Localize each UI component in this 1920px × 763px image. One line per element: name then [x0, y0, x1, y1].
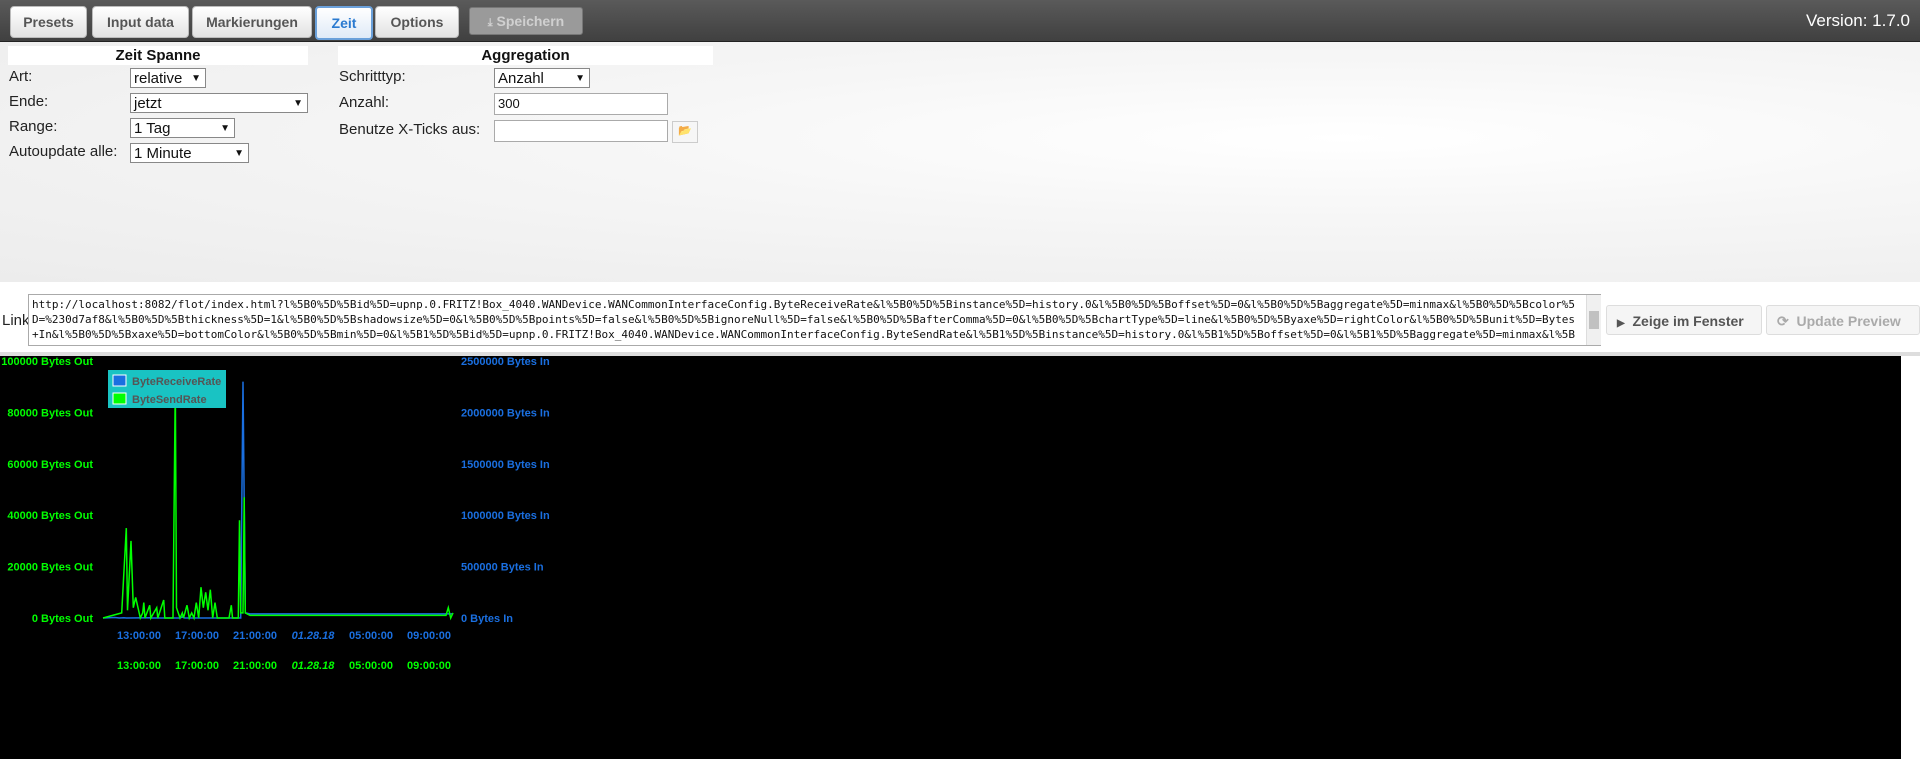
chevron-down-icon: ▼ — [293, 98, 303, 109]
x-axis-tick-top: 13:00:00 — [117, 630, 161, 642]
right-margin — [1901, 356, 1920, 759]
x-axis-tick-top: 21:00:00 — [233, 630, 277, 642]
left-axis-tick: 100000 Bytes Out — [1, 356, 93, 368]
art-label: Art: — [9, 68, 33, 85]
left-axis-tick: 20000 Bytes Out — [7, 562, 93, 574]
settings-panel — [0, 42, 1920, 282]
aggregation-title: Aggregation — [338, 46, 713, 65]
anzahl-input[interactable]: 300 — [494, 93, 668, 115]
schritttyp-select[interactable]: Anzahl ▼ — [494, 68, 590, 88]
x-axis-tick-top: 01.28.18 — [292, 630, 336, 642]
update-preview-button[interactable]: ⟳ Update Preview — [1766, 305, 1920, 335]
legend-swatch — [112, 374, 127, 387]
folder-button[interactable]: 📂 — [672, 121, 698, 143]
right-axis-tick: 2500000 Bytes In — [461, 356, 550, 368]
folder-open-icon: 📂 — [678, 125, 692, 137]
tab-markierungen[interactable]: Markierungen — [192, 6, 312, 38]
range-label: Range: — [9, 118, 58, 135]
legend-entry: ByteReceiveRate — [132, 376, 221, 388]
series-line-ByteReceiveRate — [102, 381, 453, 619]
chart-area: 100000 Bytes Out 80000 Bytes Out 60000 Byt… — [0, 356, 1901, 759]
save-label: Speichern — [496, 13, 565, 29]
autoupdate-value: 1 Minute — [134, 145, 192, 162]
x-axis-tick-bottom: 05:00:00 — [349, 660, 393, 672]
schritttyp-value: Anzahl — [498, 70, 544, 87]
right-axis-tick: 500000 Bytes In — [461, 562, 544, 574]
left-axis-tick: 80000 Bytes Out — [7, 407, 93, 419]
zeige-im-fenster-label: Zeige im Fenster — [1632, 313, 1744, 329]
right-axis-tick: 1000000 Bytes In — [461, 510, 550, 522]
autoupdate-select[interactable]: 1 Minute ▼ — [130, 143, 249, 163]
chevron-down-icon: ▼ — [220, 123, 230, 134]
autoupdate-label: Autoupdate alle: — [9, 143, 118, 160]
tab-options[interactable]: Options — [375, 6, 459, 38]
range-value: 1 Tag — [134, 120, 171, 137]
toolbar: Presets Input data Markierungen Zeit Opt… — [0, 0, 1920, 42]
anzahl-label: Anzahl: — [339, 94, 390, 111]
x-axis-tick-top: 05:00:00 — [349, 630, 393, 642]
save-button[interactable]: ⤓ Speichern — [469, 7, 583, 35]
x-axis-tick-top: 09:00:00 — [407, 630, 451, 642]
chevron-down-icon: ▼ — [191, 73, 201, 84]
x-axis-tick-bottom: 13:00:00 — [117, 660, 161, 672]
right-axis-tick: 0 Bytes In — [461, 613, 513, 625]
ende-select[interactable]: jetzt ▼ — [130, 93, 308, 113]
xticks-label: Benutze X-Ticks aus: — [339, 121, 481, 138]
link-label: Link — [2, 312, 30, 329]
version-label: Version: 1.7.0 — [1806, 11, 1910, 30]
legend-swatch — [112, 392, 127, 405]
series-line-ByteSendRate — [102, 384, 454, 621]
chevron-down-icon: ▼ — [234, 148, 244, 159]
tab-zeit[interactable]: Zeit — [315, 6, 373, 40]
x-axis-tick-bottom: 09:00:00 — [407, 660, 451, 672]
art-value: relative — [134, 70, 183, 87]
link-textarea[interactable]: http://localhost:8082/flot/index.html?l%… — [28, 294, 1601, 346]
range-select[interactable]: 1 Tag ▼ — [130, 118, 235, 138]
x-axis-tick-bottom: 21:00:00 — [233, 660, 277, 672]
right-axis-tick: 1500000 Bytes In — [461, 459, 550, 471]
update-preview-label: Update Preview — [1796, 313, 1901, 329]
left-axis-tick: 0 Bytes Out — [32, 613, 93, 625]
xticks-input[interactable] — [494, 120, 668, 142]
tab-presets[interactable]: Presets — [10, 6, 87, 38]
zeige-im-fenster-button[interactable]: ▶ Zeige im Fenster — [1606, 305, 1762, 335]
left-axis-tick: 60000 Bytes Out — [7, 459, 93, 471]
x-axis-tick-top: 17:00:00 — [175, 630, 219, 642]
play-icon: ▶ — [1617, 318, 1625, 329]
x-axis-tick-bottom: 01.28.18 — [292, 660, 336, 672]
chevron-down-icon: ▼ — [575, 73, 585, 84]
refresh-icon: ⟳ — [1777, 313, 1789, 329]
art-select[interactable]: relative ▼ — [130, 68, 206, 88]
x-axis-tick-bottom: 17:00:00 — [175, 660, 219, 672]
tab-input-data[interactable]: Input data — [92, 6, 189, 38]
legend-entry: ByteSendRate — [132, 394, 207, 406]
schritttyp-label: Schritttyp: — [339, 68, 406, 85]
left-axis-tick: 40000 Bytes Out — [7, 510, 93, 522]
download-icon: ⤓ — [487, 17, 493, 29]
chart-svg: 100000 Bytes Out 80000 Bytes Out 60000 Byt… — [1, 356, 550, 672]
scrollbar-thumb[interactable] — [1589, 311, 1599, 329]
link-scrollbar[interactable] — [1586, 295, 1601, 345]
zeit-spanne-title: Zeit Spanne — [8, 46, 308, 65]
right-axis-tick: 2000000 Bytes In — [461, 407, 550, 419]
ende-label: Ende: — [9, 93, 49, 110]
ende-value: jetzt — [134, 95, 162, 112]
